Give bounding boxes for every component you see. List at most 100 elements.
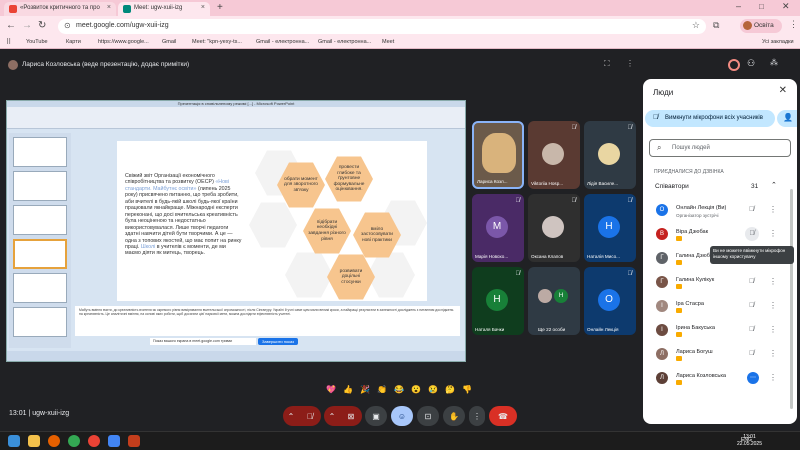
- slide-thumbnail[interactable]: [13, 205, 67, 235]
- participant-tile[interactable]: 🎙̸ Оксана Клапов: [528, 194, 580, 262]
- app-icon[interactable]: [108, 435, 120, 447]
- camera-button[interactable]: ⊠: [340, 406, 362, 426]
- leave-call-button[interactable]: ☎: [489, 406, 517, 426]
- present-button[interactable]: ▣: [365, 406, 387, 426]
- slide-thumbnail[interactable]: [13, 239, 67, 269]
- more-options-icon[interactable]: ⋮: [769, 301, 777, 310]
- bookmark-maps[interactable]: Карти: [66, 39, 81, 45]
- reaction-thumbs-up-icon[interactable]: 👍: [343, 385, 353, 394]
- all-bookmarks[interactable]: Усі закладки: [762, 39, 794, 45]
- bookmark-youtube[interactable]: YouTube: [26, 39, 48, 45]
- participant-row[interactable]: О Онлайн Лекція (Ви) Організатор зустріч…: [643, 199, 797, 223]
- people-count-icon[interactable]: ⁂: [770, 58, 778, 67]
- emoji-button[interactable]: ☺: [391, 406, 413, 426]
- mic-off-icon[interactable]: 🎙̸: [749, 350, 754, 357]
- participant-tile[interactable]: 🎙̸ Лідія Василе...: [584, 121, 636, 189]
- mic-off-icon[interactable]: 🎙̸: [749, 206, 754, 213]
- slide-thumbnail[interactable]: [13, 273, 67, 303]
- more-options-icon[interactable]: ⋮: [769, 349, 777, 358]
- bookmark-meet[interactable]: Meet: [382, 39, 394, 45]
- reaction-laugh-icon[interactable]: 😂: [394, 385, 404, 394]
- close-icon[interactable]: ×: [201, 4, 205, 11]
- menu-icon[interactable]: ⋮: [789, 19, 798, 30]
- powerpoint-icon[interactable]: [128, 435, 140, 447]
- search-people-input[interactable]: ⌕ Пошук людей: [649, 139, 791, 157]
- participant-tile[interactable]: 🎙̸ О Онлайн Лекція: [584, 267, 636, 335]
- participant-row[interactable]: Л Лариса Козловська ⋯ ⋮: [643, 367, 797, 391]
- chrome-active-icon[interactable]: [88, 435, 100, 447]
- participant-row[interactable]: І Іра Стасра 🎙̸ ⋮: [643, 295, 797, 319]
- minimize-icon[interactable]: –: [736, 1, 741, 11]
- video-options-button[interactable]: ⌃: [324, 406, 340, 426]
- bookmark-star-icon[interactable]: ☆: [692, 20, 700, 31]
- reaction-thumbs-down-icon[interactable]: 👎: [462, 385, 472, 394]
- participant-tile[interactable]: 🎙̸ Н Наталя Бачки: [472, 267, 524, 335]
- window-close-icon[interactable]: ✕: [782, 1, 790, 12]
- slide-thumbnail[interactable]: [13, 307, 67, 337]
- captions-button[interactable]: ⊡: [417, 406, 439, 426]
- mute-all-button[interactable]: 🎙̸ Вимкнути мікрофони всіх учасників: [645, 110, 775, 127]
- participant-row[interactable]: В Віра Дзюбак 🎙̸ ⋮: [643, 223, 797, 247]
- back-icon[interactable]: ←: [6, 20, 16, 31]
- participant-tile[interactable]: 🎙̸ Н Наталія Мисо...: [584, 194, 636, 262]
- more-options-icon[interactable]: ⋮: [769, 229, 777, 238]
- more-icon[interactable]: ⋮: [626, 59, 634, 68]
- mic-off-icon[interactable]: 🎙̸: [745, 227, 759, 241]
- contributors-header[interactable]: Співавтори 31 ⌃: [647, 179, 793, 195]
- site-info-icon[interactable]: ⊙: [64, 21, 71, 30]
- clock[interactable]: 13:01 22.05.2025: [737, 434, 762, 447]
- mic-off-icon[interactable]: 🎙̸: [749, 326, 754, 333]
- slide-thumbnail[interactable]: [13, 171, 67, 201]
- bookmark-gmail[interactable]: Gmail: [162, 39, 176, 45]
- maximize-icon[interactable]: □: [759, 2, 764, 11]
- reaction-surprised-icon[interactable]: 😮: [411, 385, 421, 394]
- participant-row[interactable]: Г Галина Кулікук 🎙̸ ⋮: [643, 271, 797, 295]
- add-person-button[interactable]: 👤: [777, 110, 797, 127]
- participant-tile[interactable]: 🎙̸ Viktoriia Hosp...: [528, 121, 580, 189]
- mic-off-icon[interactable]: 🎙̸: [749, 302, 754, 309]
- apps-icon[interactable]: ⠿: [6, 38, 11, 46]
- microphone-button[interactable]: 🎙̸: [299, 406, 321, 426]
- reaction-heart-icon[interactable]: 💖: [326, 385, 336, 394]
- profile-button[interactable]: Освіта: [740, 19, 782, 33]
- browser-tab[interactable]: «Розвиток критичного та про ×: [4, 2, 116, 16]
- close-icon[interactable]: ×: [107, 4, 111, 11]
- more-options-icon[interactable]: ⋮: [769, 205, 777, 214]
- more-options-icon[interactable]: ⋮: [769, 373, 777, 382]
- reaction-sad-icon[interactable]: 😢: [428, 385, 438, 394]
- participant-row[interactable]: Л Лариса Богуш 🎙̸ ⋮: [643, 343, 797, 367]
- participant-tile[interactable]: 🎙̸ М Марія Новохо...: [472, 194, 524, 262]
- windows-start-icon[interactable]: [8, 435, 20, 447]
- scrollbar[interactable]: [790, 189, 793, 409]
- url-input[interactable]: ⊙ meet.google.com/ugw-xuii-izg ☆: [58, 19, 706, 34]
- stop-sharing-button[interactable]: Завершити показ: [258, 338, 298, 345]
- file-explorer-icon[interactable]: [28, 435, 40, 447]
- forward-icon[interactable]: →: [22, 20, 32, 31]
- more-options-icon[interactable]: ⋮: [769, 277, 777, 286]
- more-options-icon[interactable]: ⋮: [769, 325, 777, 334]
- participant-tile[interactable]: Лариса Козл...: [472, 121, 524, 189]
- layout-icon[interactable]: ⚇: [747, 58, 755, 69]
- firefox-icon[interactable]: [48, 435, 60, 447]
- extensions-icon[interactable]: ⧉: [713, 20, 719, 31]
- bookmark-google[interactable]: https://www.google...: [98, 39, 149, 45]
- mic-off-icon[interactable]: 🎙̸: [749, 278, 754, 285]
- new-tab-icon[interactable]: +: [217, 2, 223, 13]
- raise-hand-button[interactable]: ✋: [443, 406, 465, 426]
- slide-thumbnail[interactable]: [13, 137, 67, 167]
- browser-tab-active[interactable]: Meet: ugw-xuii-izg ×: [118, 2, 210, 16]
- participant-row[interactable]: І Ірина Бакуська 🎙̸ ⋮: [643, 319, 797, 343]
- bookmark-meet-link[interactable]: Meet: "kpn-yexy-ts...: [192, 39, 242, 45]
- reaction-thinking-icon[interactable]: 🤔: [445, 385, 455, 394]
- reload-icon[interactable]: ↻: [38, 20, 46, 31]
- bookmark-gmail-2[interactable]: Gmail - електронна...: [256, 39, 309, 45]
- close-icon[interactable]: ✕: [779, 85, 787, 96]
- audio-options-button[interactable]: ⌃: [283, 406, 299, 426]
- chrome-icon[interactable]: [68, 435, 80, 447]
- bookmark-gmail-3[interactable]: Gmail - електронна...: [318, 39, 371, 45]
- record-icon[interactable]: [728, 59, 740, 71]
- more-participants-tile[interactable]: Н Ще 22 особи: [528, 267, 580, 335]
- pin-icon[interactable]: ⛶: [604, 59, 610, 69]
- reaction-clap-icon[interactable]: 👏: [377, 385, 387, 394]
- reaction-party-icon[interactable]: 🎉: [360, 385, 370, 394]
